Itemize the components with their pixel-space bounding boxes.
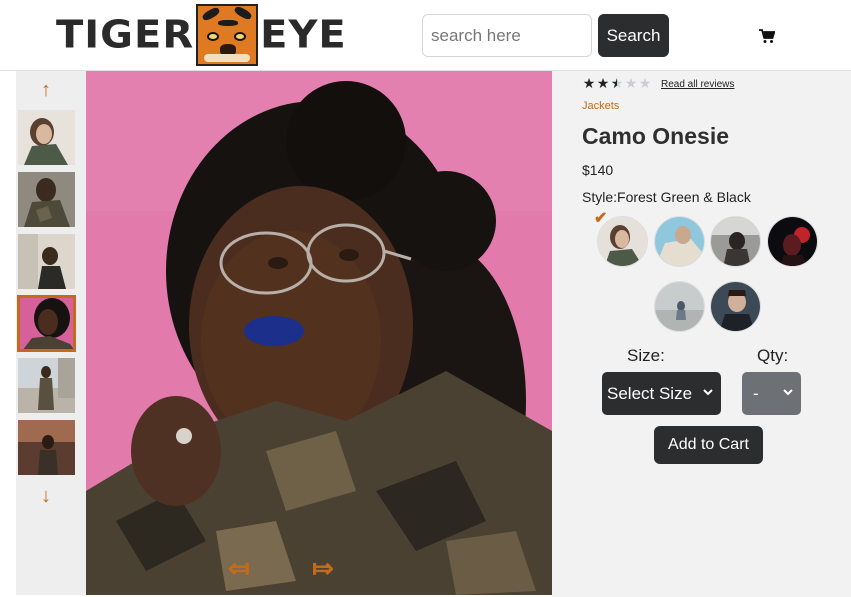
thumbnail-5[interactable] [18, 358, 75, 413]
thumbnail-scroll-down-icon[interactable]: ↓ [39, 486, 53, 506]
chevron-down-icon [783, 389, 793, 396]
chevron-down-icon [703, 389, 713, 396]
product-category[interactable]: Jackets [582, 100, 619, 112]
thumbnail-column: ↑ ↓ [16, 71, 86, 595]
product-price: $140 [582, 162, 614, 178]
thumbnail-4[interactable] [17, 295, 76, 352]
qty-select[interactable]: - [742, 372, 801, 415]
qty-label: Qty: [757, 346, 789, 365]
read-reviews-link[interactable]: Read all reviews [661, 79, 734, 90]
thumbnail-1[interactable] [18, 110, 75, 165]
add-to-cart-button[interactable]: Add to Cart [654, 426, 763, 464]
main-product-image [16, 71, 552, 595]
logo-text-right: EYE [260, 13, 347, 57]
star-icon: ★ [624, 75, 638, 91]
previous-image-icon[interactable]: ⤆ [228, 555, 250, 581]
search-button[interactable]: Search [598, 14, 669, 57]
logo-text-left: TIGER [56, 13, 195, 57]
product-info-panel: ★ ★ ★ ★ ★ Read all reviews Jackets Camo Ones… [552, 71, 851, 597]
star-icon: ★ [638, 75, 652, 91]
star-icon: ★ [596, 75, 610, 91]
header: TIGER EYE Search [0, 0, 851, 71]
style-line: Style:Forest Green & Black [582, 189, 751, 205]
style-option-1[interactable] [597, 216, 648, 267]
size-label: Size: [627, 346, 665, 365]
style-option-4[interactable] [767, 216, 818, 267]
search-input[interactable] [422, 14, 592, 57]
thumbnail-scroll-up-icon[interactable]: ↑ [39, 80, 53, 100]
style-value: Forest Green & Black [617, 189, 751, 205]
thumbnail-3[interactable] [18, 234, 75, 289]
style-option-6[interactable] [710, 281, 761, 332]
style-option-3[interactable] [710, 216, 761, 267]
thumbnail-2[interactable] [18, 172, 75, 227]
logo[interactable]: TIGER EYE [56, 4, 347, 66]
size-select[interactable]: Select Size [602, 372, 721, 415]
style-option-2[interactable] [654, 216, 705, 267]
product-gallery: ↑ ↓ ⤆ ⤇ [16, 71, 552, 595]
thumbnail-6[interactable] [18, 420, 75, 475]
next-image-icon[interactable]: ⤇ [312, 555, 334, 581]
tiger-face-icon [196, 4, 259, 66]
star-icon: ★ [582, 75, 596, 91]
style-option-5[interactable] [654, 281, 705, 332]
style-label: Style: [582, 189, 618, 205]
product-title: Camo Onesie [582, 123, 729, 149]
size-select-value: Select Size [607, 383, 693, 403]
qty-select-value: - [753, 383, 759, 403]
rating-stars: ★ ★ ★ ★ ★ [582, 76, 652, 90]
cart-icon[interactable] [759, 28, 775, 44]
star-icon: ★ [610, 75, 624, 91]
